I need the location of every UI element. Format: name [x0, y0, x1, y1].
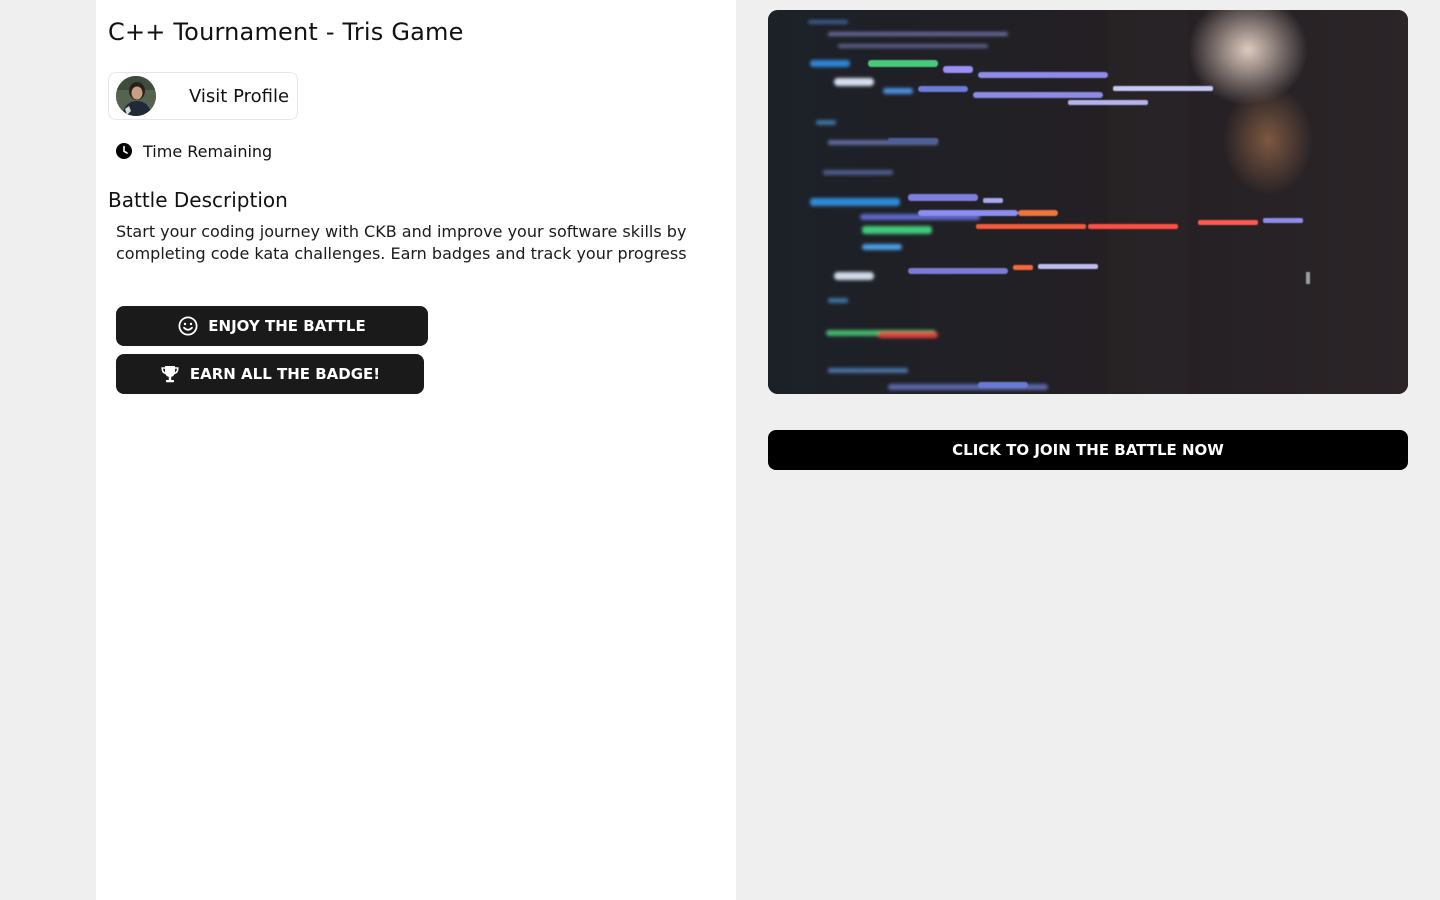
enjoy-battle-button[interactable]: ENJOY THE BATTLE: [116, 306, 428, 346]
battle-description-heading: Battle Description: [108, 188, 288, 212]
smiley-icon: [178, 316, 198, 336]
avatar: [116, 76, 156, 116]
time-remaining: Time Remaining: [116, 140, 272, 162]
battle-cover-image: [768, 10, 1408, 394]
join-battle-button[interactable]: CLICK TO JOIN THE BATTLE NOW: [768, 430, 1408, 470]
enjoy-battle-label: ENJOY THE BATTLE: [208, 317, 366, 335]
earn-badge-button[interactable]: EARN ALL THE BADGE!: [116, 354, 424, 394]
earn-badge-label: EARN ALL THE BADGE!: [189, 365, 381, 383]
page-title: C++ Tournament - Tris Game: [108, 18, 464, 46]
visit-profile-button[interactable]: Visit Profile: [108, 72, 298, 120]
visit-profile-label: Visit Profile: [189, 86, 290, 107]
time-remaining-label: Time Remaining: [143, 141, 273, 161]
battle-description-text: Start your coding journey with CKB and i…: [116, 222, 687, 263]
trophy-icon: [160, 364, 180, 384]
battle-details-panel: C++ Tournament - Tris Game Visit Profile…: [96, 0, 736, 900]
clock-icon: [116, 143, 132, 159]
